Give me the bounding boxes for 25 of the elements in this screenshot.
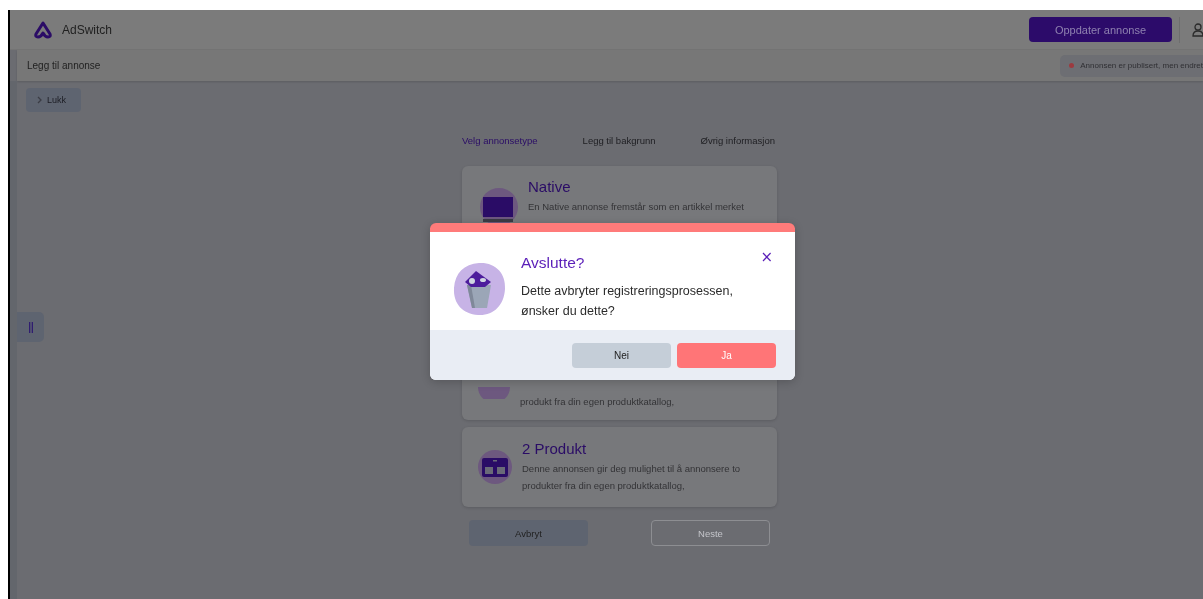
step-tab[interactable]: Velg annonsetype (462, 134, 538, 146)
decline-button[interactable]: Nei (572, 342, 671, 368)
ad-type-description: En Native annonse fremstår som en artikkel merket (528, 200, 745, 214)
chevron-icon (37, 96, 42, 104)
close-button[interactable]: × (760, 249, 773, 265)
ad-type-description: produkt fra din egen produktkatallog, (520, 395, 676, 409)
logo-icon (33, 20, 53, 39)
sidebar-handle[interactable] (17, 312, 44, 342)
user-icon[interactable] (1192, 22, 1203, 37)
dialog-message: Dette avbryter registreringsprosessen, ønsker du dette? (521, 283, 734, 320)
grip-icon (28, 321, 33, 333)
cancel-button[interactable]: Avbryt (469, 520, 588, 546)
close-panel-button[interactable]: Lukk (26, 88, 81, 112)
step-tab[interactable]: Øvrig informasjon (700, 134, 775, 146)
ad-type-title: Native (528, 178, 572, 195)
brand-name: AdSwitch (62, 22, 113, 37)
ad-type-title: 2 Produkt (522, 440, 588, 457)
confirm-button[interactable]: Ja (677, 342, 776, 368)
step-tab[interactable]: Legg til bakgrunn (582, 134, 656, 146)
trash-can-icon (451, 261, 507, 317)
grid-icon (478, 450, 512, 484)
dialog-title: Avslutte? (521, 254, 586, 272)
page-title: Legg til annonse (27, 60, 101, 71)
status-dot-icon (1069, 63, 1075, 68)
update-ad-button[interactable]: Oppdater annonse (1029, 17, 1172, 42)
